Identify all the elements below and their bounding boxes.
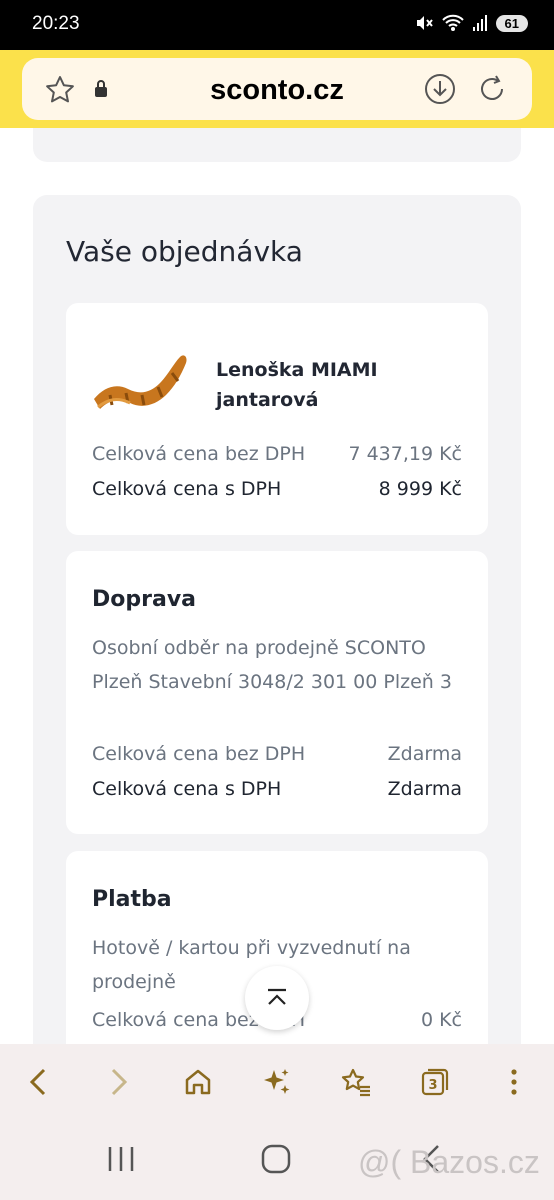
ai-assistant-button[interactable] bbox=[259, 1064, 295, 1100]
product-name[interactable]: Lenoška MIAMI jantarová bbox=[216, 355, 416, 415]
payment-title: Platba bbox=[92, 887, 172, 912]
shipping-description: Osobní odběr na prodejně SCONTO Plzeň St… bbox=[92, 637, 452, 693]
menu-icon bbox=[511, 1069, 517, 1095]
order-summary-panel: Vaše objednávka Lenoška MIAMI jantarová … bbox=[33, 195, 521, 1044]
forward-icon bbox=[111, 1068, 128, 1096]
status-time: 20:23 bbox=[32, 13, 80, 34]
price-without-vat-value: 0 Kč bbox=[420, 1009, 462, 1031]
tabs-count: 3 bbox=[428, 1078, 437, 1093]
previous-section-card bbox=[33, 128, 521, 162]
status-bar: 20:23 61 bbox=[0, 0, 554, 50]
product-image[interactable] bbox=[90, 343, 190, 415]
product-price-without-vat-row: Celková cena bez DPH 7 437,19 Kč bbox=[92, 443, 462, 465]
bookmarks-button[interactable] bbox=[338, 1064, 374, 1100]
price-with-vat-label: Celková cena s DPH bbox=[92, 778, 282, 800]
sparkle-icon bbox=[264, 1069, 290, 1094]
shipping-price-with-vat-row: Celková cena s DPH Zdarma bbox=[92, 778, 462, 800]
status-icons: 61 bbox=[414, 13, 528, 33]
home-button[interactable] bbox=[180, 1064, 216, 1100]
price-without-vat-value: 7 437,19 Kč bbox=[348, 443, 462, 465]
product-price-with-vat-row: Celková cena s DPH 8 999 Kč bbox=[92, 478, 462, 500]
back-button[interactable] bbox=[20, 1064, 56, 1100]
page-content: Vaše objednávka Lenoška MIAMI jantarová … bbox=[0, 128, 554, 1044]
mute-icon bbox=[416, 16, 433, 30]
wifi-icon bbox=[441, 14, 464, 31]
system-nav-bar: @( Bazos.cz bbox=[0, 1120, 554, 1200]
tabs-icon: 3 bbox=[421, 1068, 449, 1096]
shipping-card: Doprava Osobní odběr na prodejně SCONTO … bbox=[66, 551, 488, 834]
price-without-vat-label: Celková cena bez DPH bbox=[92, 443, 306, 465]
download-icon[interactable] bbox=[424, 73, 456, 105]
watermark: @( Bazos.cz bbox=[358, 1144, 540, 1180]
order-title: Vaše objednávka bbox=[66, 235, 303, 268]
home-nav-icon[interactable] bbox=[260, 1142, 292, 1176]
address-bar[interactable]: sconto.cz bbox=[22, 58, 532, 120]
menu-button[interactable] bbox=[496, 1064, 532, 1100]
forward-button[interactable] bbox=[101, 1064, 137, 1100]
price-without-vat-label: Celková cena bez DPH bbox=[92, 743, 306, 765]
battery-indicator: 61 bbox=[495, 14, 528, 32]
price-with-vat-label: Celková cena s DPH bbox=[92, 478, 282, 500]
price-with-vat-value: 8 999 Kč bbox=[378, 478, 462, 500]
home-icon bbox=[185, 1069, 211, 1095]
browser-toolbar: 3 bbox=[0, 1044, 554, 1120]
back-icon bbox=[29, 1068, 46, 1096]
price-with-vat-value: Zdarma bbox=[387, 778, 462, 800]
browser-address-area: sconto.cz bbox=[0, 50, 554, 128]
product-card: Lenoška MIAMI jantarová Celková cena bez… bbox=[66, 303, 488, 535]
reload-icon[interactable] bbox=[476, 73, 508, 105]
price-without-vat-value: Zdarma bbox=[387, 743, 462, 765]
scroll-top-icon bbox=[268, 988, 286, 1005]
tabs-button[interactable]: 3 bbox=[417, 1064, 453, 1100]
signal-icon bbox=[472, 15, 487, 31]
shipping-title: Doprava bbox=[92, 587, 197, 612]
scroll-to-top-button[interactable] bbox=[245, 966, 309, 1030]
recent-apps-icon[interactable] bbox=[106, 1142, 136, 1176]
bookmarks-icon bbox=[341, 1068, 370, 1097]
shipping-price-without-vat-row: Celková cena bez DPH Zdarma bbox=[92, 743, 462, 765]
